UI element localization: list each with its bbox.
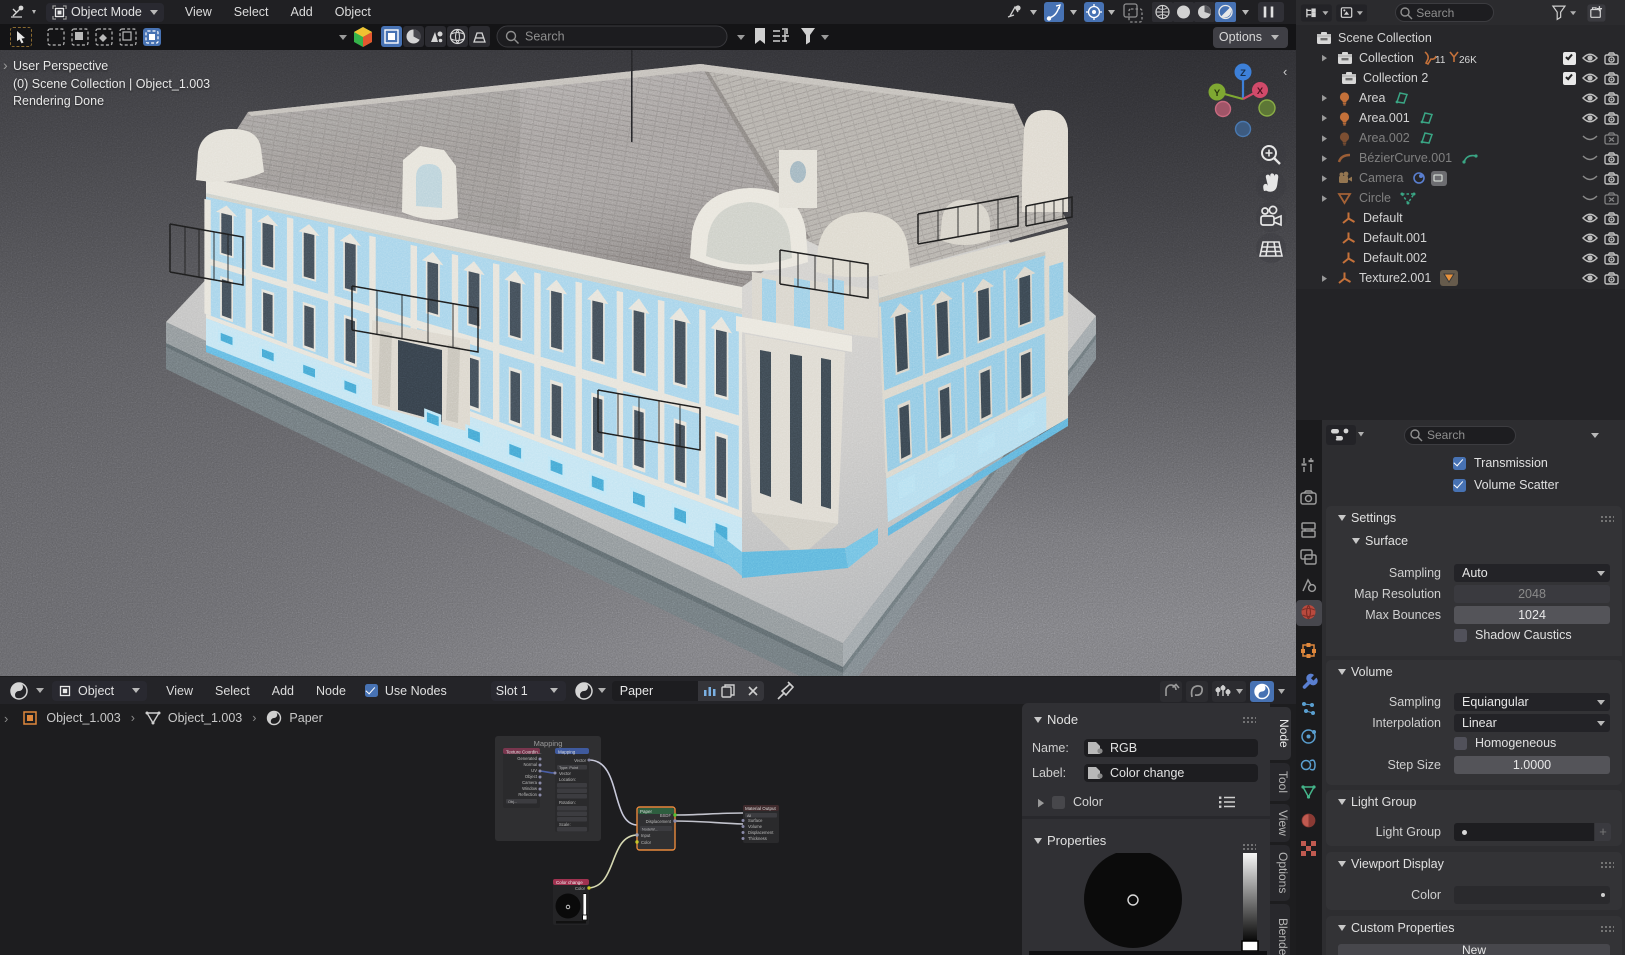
svg-text:Input: Input xyxy=(641,833,651,838)
svg-text:Reflection: Reflection xyxy=(518,792,537,797)
svg-text:Volume: Volume xyxy=(748,824,763,829)
svg-text:Camera: Camera xyxy=(522,780,538,785)
svg-text:Object: Object xyxy=(525,774,538,779)
svg-text:Generated: Generated xyxy=(517,756,537,761)
svg-text:Material Output: Material Output xyxy=(745,806,777,811)
svg-text:Mapping: Mapping xyxy=(558,750,576,755)
svg-text:Location:: Location: xyxy=(559,777,576,782)
svg-text:Vector: Vector xyxy=(559,771,571,776)
svg-text:Z: Z xyxy=(1240,68,1246,79)
svg-text:Normal: Normal xyxy=(524,762,538,767)
svg-text:Window: Window xyxy=(522,786,538,791)
svg-text:Color change: Color change xyxy=(556,880,583,885)
svg-text:NodeW...: NodeW... xyxy=(642,828,658,832)
svg-text:Displacement: Displacement xyxy=(646,819,672,824)
svg-text:Y: Y xyxy=(1214,88,1221,99)
svg-text:Rotation:: Rotation: xyxy=(559,800,576,805)
svg-text:UV: UV xyxy=(531,768,537,773)
svg-text:26K: 26K xyxy=(1459,55,1477,66)
svg-text:Vector: Vector xyxy=(574,758,586,763)
svg-text:Thickness: Thickness xyxy=(748,836,767,841)
svg-text:Search: Search xyxy=(525,30,565,44)
svg-text:Surface: Surface xyxy=(748,818,763,823)
svg-text:Scale:: Scale: xyxy=(559,822,571,827)
svg-text:11: 11 xyxy=(1435,55,1446,66)
svg-text:Color: Color xyxy=(641,840,652,845)
svg-text:Type: Point: Type: Point xyxy=(559,766,579,770)
svg-text:BSDF: BSDF xyxy=(660,813,672,818)
svg-text:Color: Color xyxy=(575,886,586,891)
svg-text:Texture Coordin...: Texture Coordin... xyxy=(506,750,542,755)
svg-text:Paper: Paper xyxy=(640,809,653,814)
svg-text:Mapping: Mapping xyxy=(534,739,563,748)
svg-text:X: X xyxy=(1257,86,1264,97)
svg-text:Displacement: Displacement xyxy=(748,830,774,835)
svg-text:Obj...: Obj... xyxy=(508,800,517,804)
